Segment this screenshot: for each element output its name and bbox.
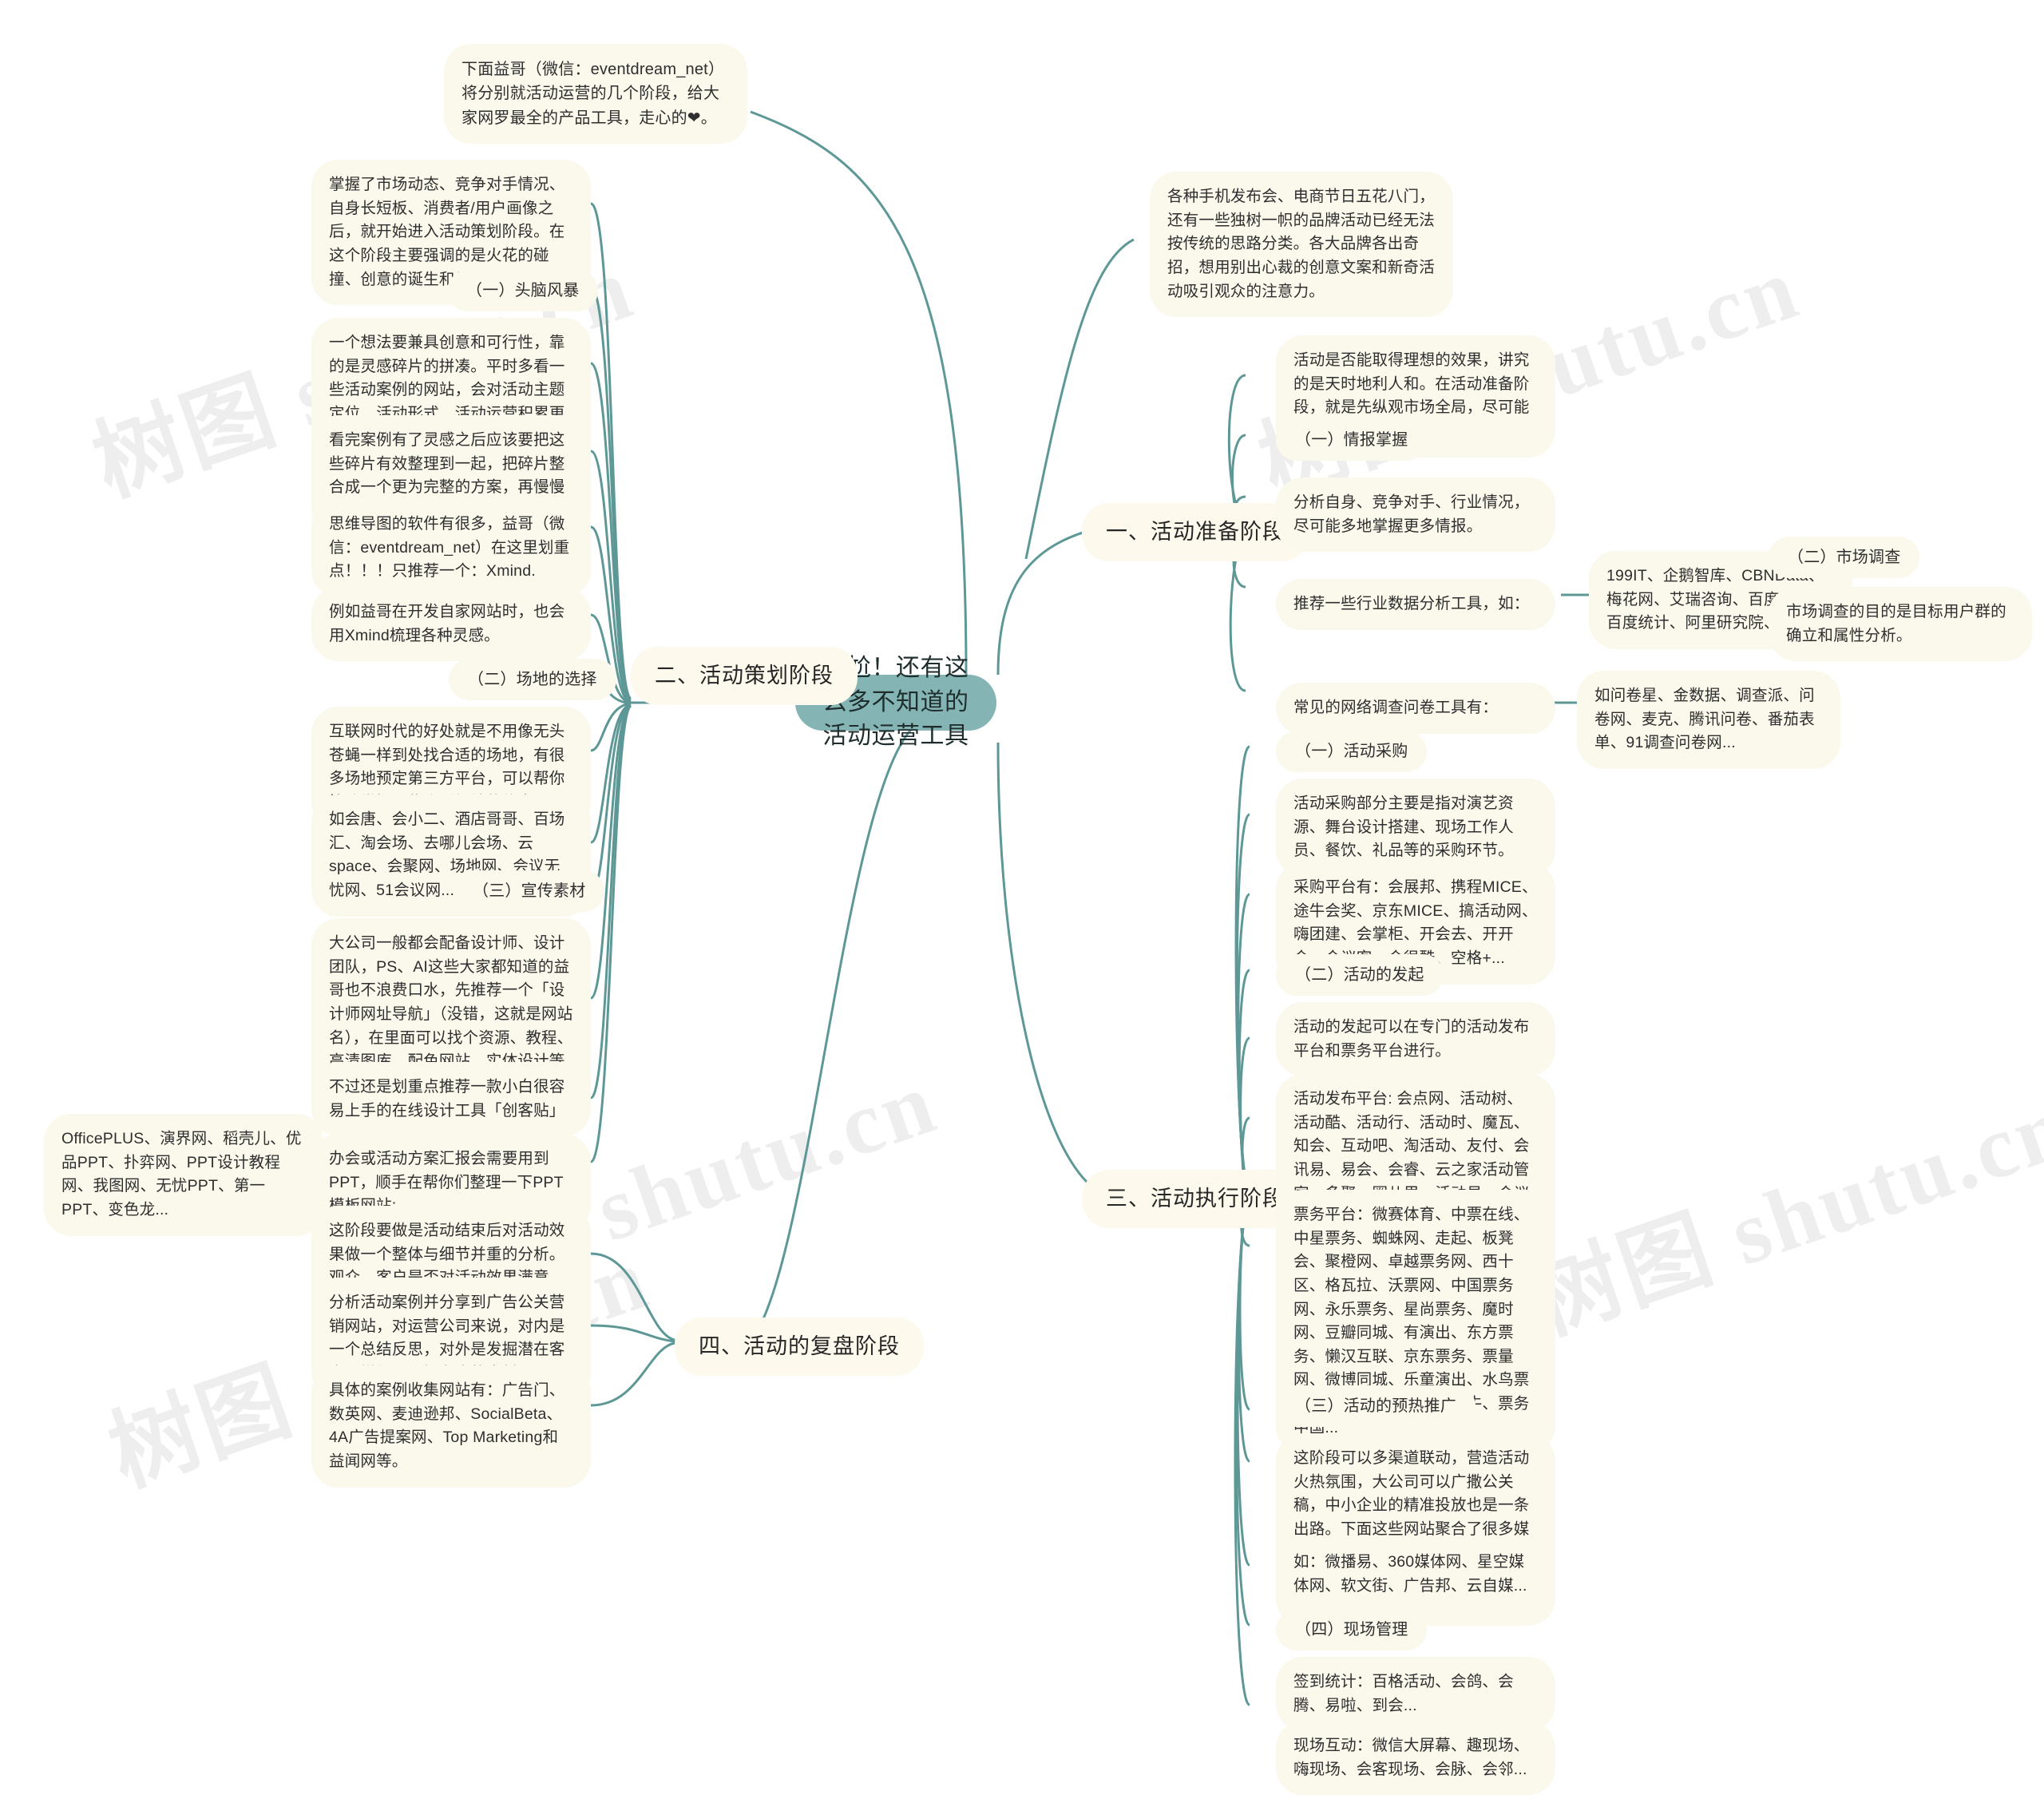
- node-b2-n5[interactable]: 思维导图的软件有很多，益哥（微信：eventdream_net）在这里划重点！！…: [311, 499, 591, 597]
- node-b1-n3-text: 分析自身、竞争对手、行业情况，尽可能多地掌握更多情报。: [1293, 493, 1530, 535]
- node-b3-n5[interactable]: 活动的发起可以在专门的活动发布平台和票务平台进行。: [1276, 1002, 1555, 1077]
- node-b1-intro[interactable]: 各种手机发布会、电商节日五花八门，还有一些独树一帜的品牌活动已经无法按传统的思路…: [1150, 172, 1453, 318]
- node-b1-n5-text: 常见的网络调查问卷工具有：: [1293, 699, 1499, 716]
- node-b2-n10-text: （三）宣传素材: [473, 882, 586, 900]
- branch-label-1-text: 一、活动准备阶段: [1106, 520, 1285, 544]
- node-b1-n2-text: （一）情报掌握: [1295, 431, 1408, 449]
- watermark: 树图 shutu.cn: [1519, 1076, 2044, 1353]
- node-b3-n1[interactable]: （一）活动采购: [1276, 731, 1428, 773]
- node-b2-n6-text: 例如益哥在开发自家网站时，也会用Xmind梳理各种灵感。: [329, 603, 565, 644]
- node-b3-n12-text: 签到统计：百格活动、会鸽、会腾、易啦、到会...: [1293, 1673, 1514, 1714]
- node-b3-n1-text: （一）活动采购: [1295, 743, 1408, 760]
- node-b2-n5-text: 思维导图的软件有很多，益哥（微信：eventdream_net）在这里划重点！！…: [329, 515, 570, 581]
- intro-note[interactable]: 下面益哥（微信：eventdream_net）将分别就活动运营的几个阶段，给大家…: [444, 44, 747, 145]
- node-b2-n2-text: （一）头脑风暴: [466, 282, 580, 299]
- node-b2-n13a[interactable]: OfficePLUS、演界网、稻壳儿、优品PPT、扑弈网、PPT设计教程网、我图…: [44, 1114, 323, 1236]
- node-b3-n5-text: 活动的发起可以在专门的活动发布平台和票务平台进行。: [1293, 1018, 1530, 1060]
- node-b2-n7[interactable]: （二）场地的选择: [449, 659, 616, 701]
- branch-label-4[interactable]: 四、活动的复盘阶段: [675, 1318, 924, 1377]
- node-b1-n6a[interactable]: 市场调查的目的是目标用户群的确立和属性分析。: [1769, 587, 2032, 662]
- node-b1-n5a-text: 如问卷星、金数据、调查派、问卷网、麦克、腾讯问卷、番茄表单、91调查问卷网...: [1594, 687, 1815, 752]
- node-b3-n13-text: 现场互动：微信大屏幕、趣现场、嗨现场、会客现场、会脉、会邻...: [1293, 1737, 1530, 1778]
- node-b4-n3[interactable]: 具体的案例收集网站有：广告门、数英网、麦迪逊邦、SocialBeta、4A广告提…: [311, 1365, 591, 1488]
- branch-label-3[interactable]: 三、活动执行阶段: [1082, 1170, 1309, 1229]
- node-b2-n12-text: 不过还是划重点推荐一款小白很容易上手的在线设计工具「创客贴」: [329, 1078, 565, 1119]
- node-b3-n10-text: 如：微播易、360媒体网、星空媒体网、软文街、广告邦、云自媒...: [1293, 1553, 1527, 1595]
- branch-label-4-text: 四、活动的复盘阶段: [699, 1334, 900, 1358]
- node-b1-n3[interactable]: 分析自身、竞争对手、行业情况，尽可能多地掌握更多情报。: [1276, 477, 1555, 553]
- node-b1-n2[interactable]: （一）情报掌握: [1276, 419, 1428, 462]
- branch-label-3-text: 三、活动执行阶段: [1106, 1187, 1285, 1211]
- node-b1-n4-text: 推荐一些行业数据分析工具，如：: [1293, 595, 1530, 612]
- node-b3-n8-text: （三）活动的预热推广: [1295, 1397, 1456, 1415]
- branch-label-2-text: 二、活动策划阶段: [655, 664, 834, 687]
- node-b4-n3-text: 具体的案例收集网站有：广告门、数英网、麦迪逊邦、SocialBeta、4A广告提…: [329, 1381, 565, 1470]
- node-b1-n6[interactable]: （二）市场调查: [1769, 537, 1920, 579]
- node-b2-n13a-text: OfficePLUS、演界网、稻壳儿、优品PPT、扑弈网、PPT设计教程网、我图…: [61, 1130, 302, 1218]
- node-b1-n6-text: （二）市场调查: [1788, 549, 1901, 566]
- node-b3-n4[interactable]: （二）活动的发起: [1276, 954, 1444, 997]
- branch-label-1[interactable]: 一、活动准备阶段: [1082, 503, 1309, 562]
- intro-note-text: 下面益哥（微信：eventdream_net）将分别就活动运营的几个阶段，给大家…: [461, 61, 725, 127]
- node-b3-n11[interactable]: （四）现场管理: [1276, 1609, 1428, 1651]
- connector-edges: [323, 110, 1769, 1706]
- node-b1-n5a[interactable]: 如问卷星、金数据、调查派、问卷网、麦克、腾讯问卷、番茄表单、91调查问卷网...: [1577, 671, 1840, 769]
- node-b3-n2-text: 活动采购部分主要是指对演艺资源、舞台设计搭建、现场工作人员、餐饮、礼品等的采购环…: [1293, 794, 1514, 860]
- node-b3-n4-text: （二）活动的发起: [1295, 966, 1424, 984]
- node-b1-n6a-text: 市场调查的目的是目标用户群的确立和属性分析。: [1786, 603, 2006, 644]
- node-b2-n10[interactable]: （三）宣传素材: [454, 870, 605, 913]
- node-b2-n6[interactable]: 例如益哥在开发自家网站时，也会用Xmind梳理各种灵感。: [311, 587, 591, 662]
- node-b3-n10[interactable]: 如：微播易、360媒体网、星空媒体网、软文街、广告邦、云自媒...: [1276, 1537, 1555, 1612]
- node-b1-n5[interactable]: 常见的网络调查问卷工具有：: [1276, 683, 1555, 734]
- node-b3-n8[interactable]: （三）活动的预热推广: [1276, 1385, 1476, 1428]
- branch-label-2[interactable]: 二、活动策划阶段: [631, 647, 858, 706]
- node-b3-n11-text: （四）现场管理: [1295, 1621, 1408, 1638]
- node-b2-n7-text: （二）场地的选择: [468, 671, 597, 688]
- node-b2-n2[interactable]: （一）头脑风暴: [447, 270, 599, 312]
- node-b1-n4[interactable]: 推荐一些行业数据分析工具，如：: [1276, 579, 1555, 630]
- node-b1-intro-text: 各种手机发布会、电商节日五花八门，还有一些独树一帜的品牌活动已经无法按传统的思路…: [1167, 188, 1435, 300]
- node-b2-n12[interactable]: 不过还是划重点推荐一款小白很容易上手的在线设计工具「创客贴」: [311, 1062, 591, 1137]
- node-b3-n13[interactable]: 现场互动：微信大屏幕、趣现场、嗨现场、会客现场、会脉、会邻...: [1276, 1721, 1555, 1795]
- mindmap-canvas: 树图 shutu.cn 树图 shutu.cn 树图 shutu.cn 树图 s…: [0, 0, 2044, 1795]
